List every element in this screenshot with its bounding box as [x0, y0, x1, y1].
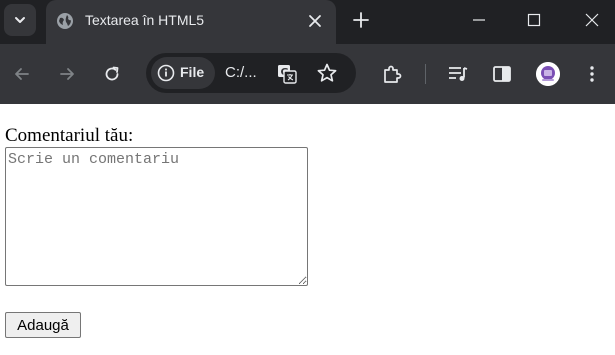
star-icon[interactable] — [316, 62, 338, 84]
side-panel-button[interactable] — [490, 62, 514, 86]
url-text[interactable]: C:/... — [225, 64, 257, 81]
info-icon — [157, 64, 175, 82]
chrome-menu-button[interactable] — [580, 62, 604, 86]
tab-search-button[interactable] — [4, 4, 36, 36]
globe-icon — [57, 13, 73, 29]
side-panel-icon — [493, 66, 511, 82]
browser-toolbar: File C:/... G — [0, 44, 615, 104]
page-content: Comentariul tău: Adaugă — [0, 104, 615, 355]
arrow-left-icon — [15, 68, 29, 80]
comment-label: Comentariul tău: — [5, 125, 134, 146]
media-queue-icon — [449, 67, 468, 81]
active-tab[interactable]: Textarea în HTML5 — [46, 0, 336, 44]
profile-avatar[interactable] — [536, 62, 560, 86]
minimize-button[interactable] — [456, 0, 502, 40]
address-bar[interactable]: File C:/... G — [146, 53, 356, 93]
media-controls-button[interactable] — [446, 62, 470, 86]
avatar-image — [536, 62, 560, 86]
translate-icon[interactable]: G — [275, 62, 299, 86]
site-chip-label: File — [180, 64, 205, 80]
add-button[interactable]: Adaugă — [5, 312, 81, 338]
close-icon[interactable] — [305, 11, 325, 31]
puzzle-icon — [384, 65, 402, 83]
arrow-right-icon — [60, 68, 74, 80]
close-window-button[interactable] — [569, 0, 615, 40]
maximize-icon — [527, 13, 541, 27]
kebab-menu-icon — [590, 66, 594, 82]
tab-strip: Textarea în HTML5 — [0, 0, 615, 44]
reload-button[interactable] — [100, 62, 124, 86]
toolbar-separator — [425, 64, 426, 84]
extensions-button[interactable] — [380, 62, 404, 86]
site-info-chip[interactable]: File — [151, 57, 215, 89]
new-tab-button[interactable] — [350, 9, 372, 31]
forward-button[interactable] — [55, 62, 79, 86]
close-icon — [585, 13, 599, 27]
chevron-down-icon — [15, 17, 25, 23]
comment-textarea[interactable] — [5, 147, 308, 286]
minimize-icon — [473, 19, 485, 21]
back-button[interactable] — [10, 62, 34, 86]
maximize-button[interactable] — [511, 0, 557, 40]
reload-icon — [105, 66, 119, 81]
tab-title: Textarea în HTML5 — [85, 12, 205, 28]
